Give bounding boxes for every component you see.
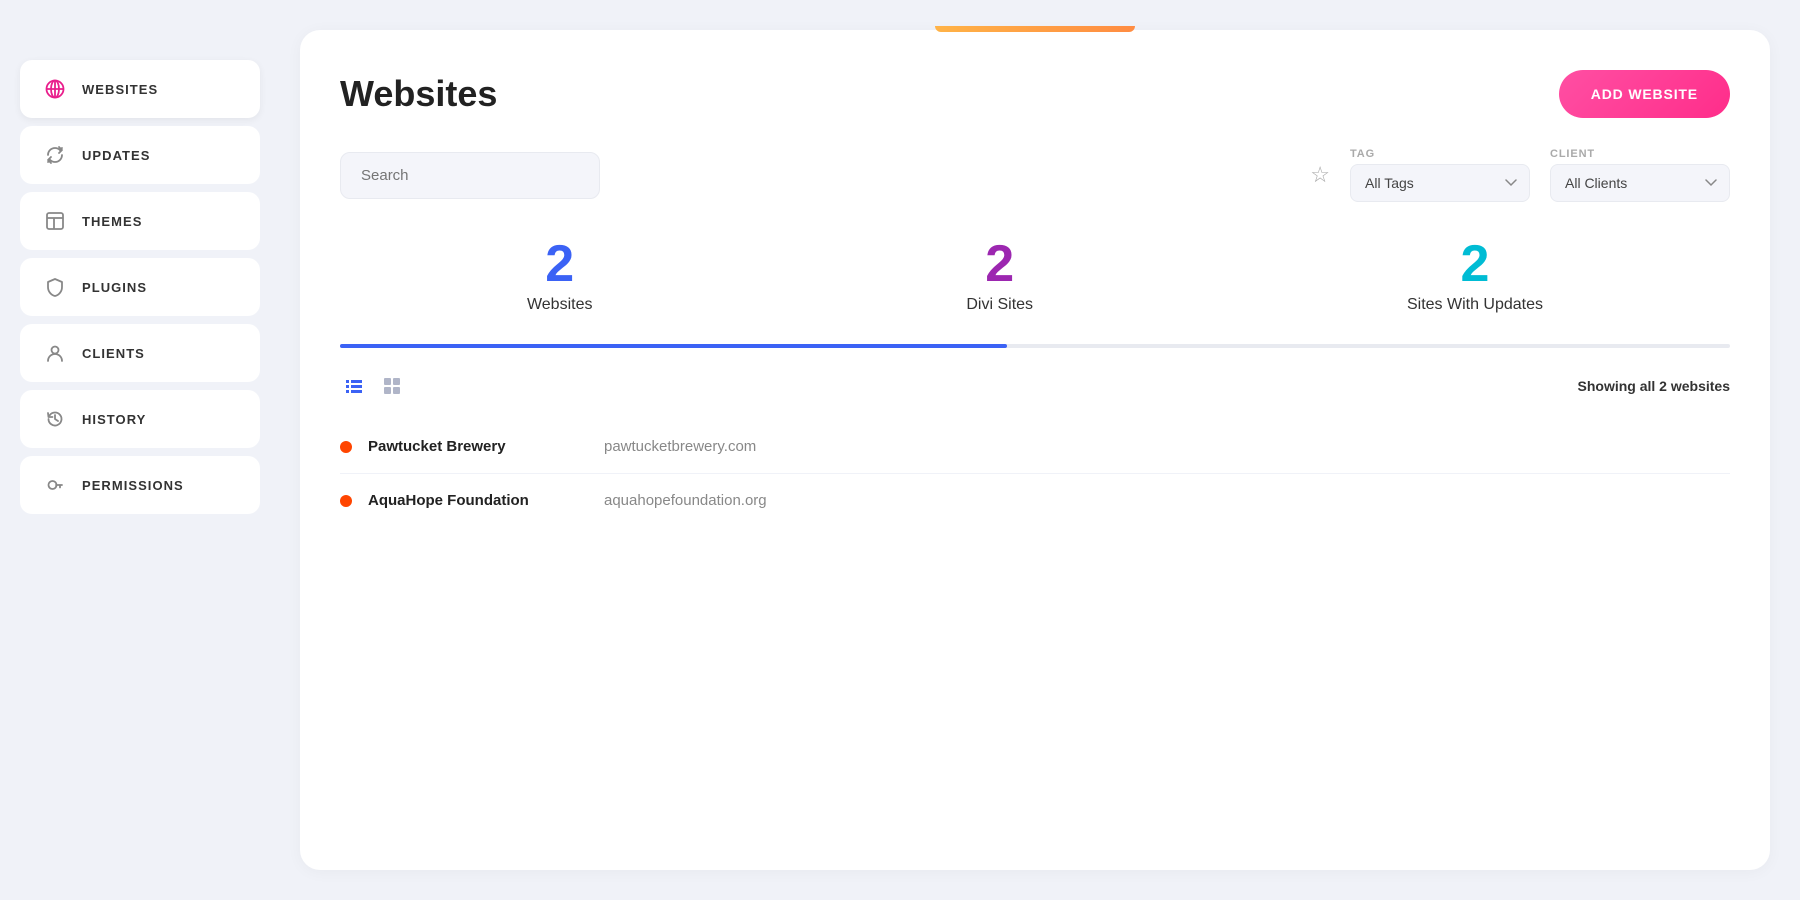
layout-icon [44, 210, 66, 232]
sidebar-item-themes-label: THEMES [82, 214, 142, 229]
sidebar-item-websites-label: WEBSITES [82, 82, 158, 97]
globe-icon [44, 78, 66, 100]
progress-bar-fill [340, 344, 1007, 348]
showing-text: Showing all 2 websites [1578, 378, 1730, 394]
list-view-button[interactable] [340, 372, 368, 400]
add-website-button[interactable]: ADD WEBSITE [1559, 70, 1730, 118]
tag-filter-label: TAG [1350, 148, 1530, 160]
stat-updates: 2 Sites With Updates [1407, 238, 1543, 314]
sidebar-item-clients[interactable]: CLIENTS [20, 324, 260, 382]
status-dot-pawtucket [340, 441, 352, 453]
sidebar: WEBSITES UPDATES THEMES [0, 0, 280, 900]
sidebar-item-clients-label: CLIENTS [82, 346, 145, 361]
website-list: Pawtucket Brewery pawtucketbrewery.com A… [340, 420, 1730, 527]
website-url-aquahope: aquahopefoundation.org [604, 492, 1730, 509]
sidebar-item-updates-label: UPDATES [82, 148, 150, 163]
table-row[interactable]: AquaHope Foundation aquahopefoundation.o… [340, 474, 1730, 527]
stat-websites-label: Websites [527, 296, 593, 314]
shield-icon [44, 276, 66, 298]
website-url-pawtucket: pawtucketbrewery.com [604, 438, 1730, 455]
history-icon [44, 408, 66, 430]
sidebar-item-plugins[interactable]: PLUGINS [20, 258, 260, 316]
sidebar-item-themes[interactable]: THEMES [20, 192, 260, 250]
top-bar-decoration [935, 26, 1135, 32]
table-row[interactable]: Pawtucket Brewery pawtucketbrewery.com [340, 420, 1730, 474]
sidebar-item-updates[interactable]: UPDATES [20, 126, 260, 184]
sidebar-item-permissions-label: PERMISSIONS [82, 478, 184, 493]
stat-updates-label: Sites With Updates [1407, 296, 1543, 314]
client-filter-select[interactable]: All Clients [1550, 164, 1730, 202]
website-name-pawtucket: Pawtucket Brewery [368, 438, 588, 455]
grid-view-button[interactable] [378, 372, 406, 400]
sidebar-item-history-label: HISTORY [82, 412, 146, 427]
status-dot-aquahope [340, 495, 352, 507]
filters-row: ☆ TAG All Tags CLIENT All Clients [340, 148, 1730, 202]
client-filter-label: CLIENT [1550, 148, 1730, 160]
main-content: Websites ADD WEBSITE ☆ TAG All Tags CLIE… [280, 0, 1800, 900]
tag-filter-group: TAG All Tags [1350, 148, 1530, 202]
sidebar-item-permissions[interactable]: PERMISSIONS [20, 456, 260, 514]
progress-bar-container [340, 344, 1730, 348]
stat-updates-number: 2 [1461, 238, 1490, 290]
stat-websites-number: 2 [545, 238, 574, 290]
sidebar-item-websites[interactable]: WEBSITES [20, 60, 260, 118]
content-card: Websites ADD WEBSITE ☆ TAG All Tags CLIE… [300, 30, 1770, 870]
star-icon[interactable]: ☆ [1310, 162, 1330, 188]
stat-divi-sites: 2 Divi Sites [966, 238, 1033, 314]
search-input[interactable] [340, 152, 600, 199]
sidebar-item-plugins-label: PLUGINS [82, 280, 147, 295]
client-filter-group: CLIENT All Clients [1550, 148, 1730, 202]
person-icon [44, 342, 66, 364]
tag-filter-select[interactable]: All Tags [1350, 164, 1530, 202]
sidebar-item-history[interactable]: HISTORY [20, 390, 260, 448]
content-header: Websites ADD WEBSITE [340, 70, 1730, 118]
view-icons [340, 372, 406, 400]
stats-row: 2 Websites 2 Divi Sites 2 Sites With Upd… [340, 238, 1730, 344]
stat-divi-label: Divi Sites [966, 296, 1033, 314]
key-icon [44, 474, 66, 496]
page-title: Websites [340, 73, 497, 115]
refresh-icon [44, 144, 66, 166]
stat-divi-number: 2 [985, 238, 1014, 290]
list-controls: Showing all 2 websites [340, 372, 1730, 400]
website-name-aquahope: AquaHope Foundation [368, 492, 588, 509]
stat-websites: 2 Websites [527, 238, 593, 314]
